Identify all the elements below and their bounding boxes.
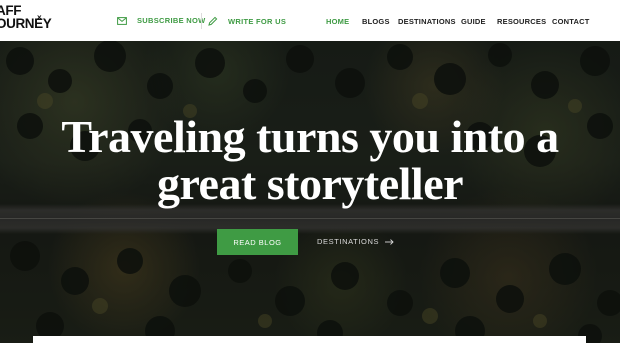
hero-headline-line-1: Traveling turns you into a (61, 111, 559, 162)
site-logo[interactable]: AFF OURNEY (0, 4, 52, 31)
nav-resources[interactable]: RESOURCES (497, 17, 546, 26)
nav-destinations[interactable]: DESTINATIONS (398, 17, 456, 26)
subscribe-link[interactable]: SUBSCRIBE NOW (117, 16, 206, 25)
hero-headline: Traveling turns you into a great storyte… (0, 113, 620, 207)
logo-mark: × (37, 13, 42, 22)
pencil-icon (208, 16, 218, 26)
arrow-right-icon (385, 238, 394, 245)
mail-icon (117, 16, 127, 25)
nav-home[interactable]: HOME (326, 17, 349, 26)
hero-headline-line-2: great storyteller (156, 158, 464, 209)
utility-divider (201, 13, 202, 29)
hero-section: Traveling turns you into a great storyte… (0, 41, 620, 343)
write-for-us-link[interactable]: WRITE FOR US (208, 16, 286, 26)
nav-contact[interactable]: CONTACT (552, 17, 590, 26)
destinations-link-label: DESTINATIONS (317, 237, 380, 246)
read-blog-button[interactable]: READ BLOG (217, 229, 298, 255)
nav-blogs[interactable]: BLOGS (362, 17, 390, 26)
site-header: AFF OURNEY × SUBSCRIBE NOW WRITE FOR US … (0, 0, 620, 41)
nav-guide[interactable]: GUIDE (461, 17, 486, 26)
logo-line-2: OURNEY (0, 16, 52, 31)
write-for-us-label: WRITE FOR US (228, 16, 287, 26)
subscribe-label: SUBSCRIBE NOW (137, 16, 206, 25)
destinations-link[interactable]: DESTINATIONS (317, 237, 394, 246)
content-card-edge (33, 336, 586, 343)
